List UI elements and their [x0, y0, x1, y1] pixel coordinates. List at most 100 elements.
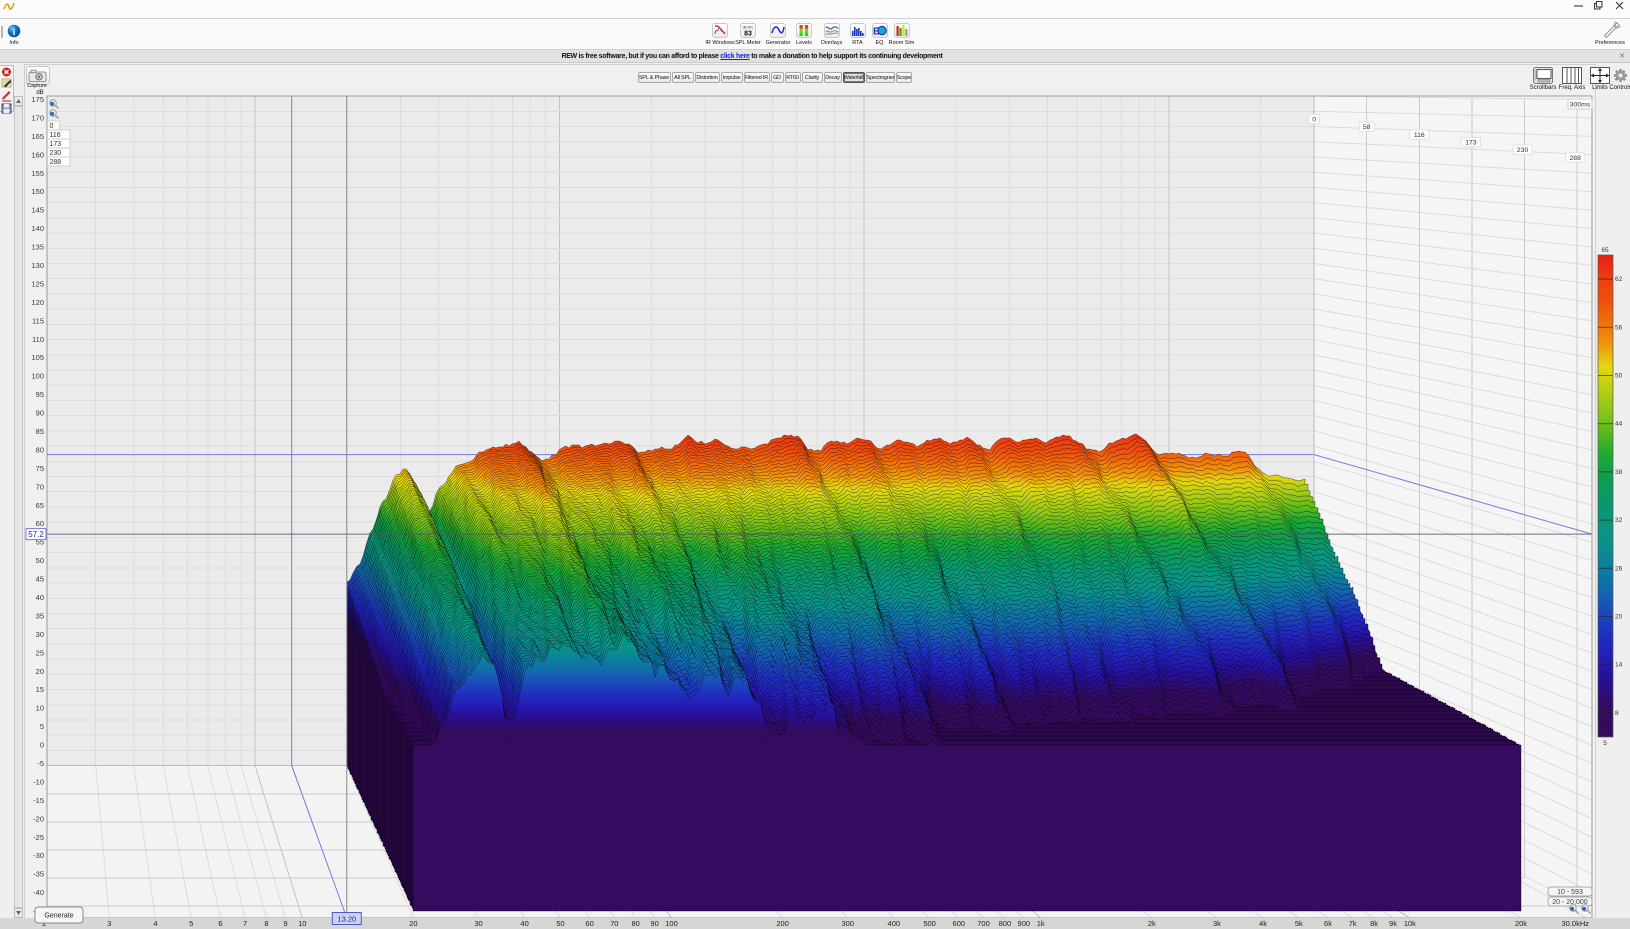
svg-text:10k: 10k: [1404, 919, 1416, 928]
svg-text:105: 105: [31, 353, 44, 362]
svg-text:65: 65: [1601, 247, 1609, 254]
svg-text:0: 0: [1312, 117, 1316, 124]
svg-text:173: 173: [1465, 140, 1477, 147]
svg-text:130: 130: [31, 261, 44, 270]
svg-text:32: 32: [1615, 517, 1623, 524]
svg-text:60: 60: [36, 519, 44, 528]
svg-text:26: 26: [1615, 565, 1623, 572]
svg-text:50: 50: [556, 919, 564, 928]
svg-text:5k: 5k: [1295, 919, 1303, 928]
svg-text:7: 7: [243, 919, 247, 928]
svg-text:6k: 6k: [1324, 919, 1332, 928]
svg-text:40: 40: [520, 919, 528, 928]
svg-text:230: 230: [50, 150, 62, 157]
svg-text:95: 95: [36, 390, 44, 399]
svg-text:600: 600: [953, 919, 966, 928]
svg-text:8: 8: [1615, 710, 1619, 717]
svg-text:200: 200: [776, 919, 789, 928]
svg-text:155: 155: [31, 169, 44, 178]
svg-text:-40: -40: [33, 888, 44, 897]
svg-text:1k: 1k: [1037, 919, 1045, 928]
svg-text:30: 30: [474, 919, 482, 928]
svg-text:75: 75: [36, 464, 44, 473]
svg-text:116: 116: [50, 132, 61, 139]
svg-text:145: 145: [31, 206, 44, 215]
svg-text:70: 70: [36, 482, 44, 491]
svg-text:-15: -15: [33, 796, 44, 805]
svg-text:50: 50: [36, 556, 44, 565]
svg-text:20k: 20k: [1515, 919, 1527, 928]
svg-text:70: 70: [610, 919, 618, 928]
svg-text:7k: 7k: [1349, 919, 1357, 928]
svg-text:5: 5: [189, 919, 193, 928]
svg-text:400: 400: [888, 919, 901, 928]
svg-text:56: 56: [1615, 324, 1623, 331]
svg-text:80: 80: [36, 446, 44, 455]
svg-text:45: 45: [36, 575, 44, 584]
svg-text:135: 135: [31, 243, 44, 252]
svg-text:140: 140: [31, 224, 44, 233]
svg-text:14: 14: [1615, 662, 1623, 669]
svg-text:50: 50: [1615, 373, 1623, 380]
svg-text:62: 62: [1615, 276, 1623, 283]
svg-text:10: 10: [298, 919, 306, 928]
svg-text:10: 10: [36, 704, 44, 713]
svg-text:6: 6: [218, 919, 222, 928]
svg-text:288: 288: [50, 159, 62, 166]
svg-text:4k: 4k: [1259, 919, 1267, 928]
svg-text:-10: -10: [33, 778, 44, 787]
svg-text:60: 60: [585, 919, 593, 928]
svg-text:500: 500: [923, 919, 936, 928]
svg-text:20: 20: [409, 919, 417, 928]
svg-text:-5: -5: [37, 759, 44, 768]
svg-text:116: 116: [1414, 132, 1425, 139]
svg-text:5: 5: [40, 722, 44, 731]
svg-text:20: 20: [1615, 614, 1623, 621]
svg-text:10 - 593: 10 - 593: [1557, 889, 1583, 896]
svg-text:85: 85: [36, 427, 44, 436]
svg-text:3: 3: [107, 919, 111, 928]
svg-text:15: 15: [36, 685, 44, 694]
svg-text:5: 5: [1603, 740, 1607, 747]
svg-text:0: 0: [50, 123, 54, 130]
svg-text:-25: -25: [33, 833, 44, 842]
svg-text:9: 9: [283, 919, 287, 928]
svg-text:Generate: Generate: [44, 913, 73, 920]
svg-text:900: 900: [1018, 919, 1031, 928]
svg-text:120: 120: [31, 298, 44, 307]
svg-text:20 - 20,000: 20 - 20,000: [1552, 899, 1588, 906]
svg-text:8k: 8k: [1370, 919, 1378, 928]
svg-text:800: 800: [999, 919, 1012, 928]
svg-text:20: 20: [36, 667, 44, 676]
svg-text:25: 25: [36, 648, 44, 657]
svg-text:8: 8: [264, 919, 268, 928]
svg-text:58: 58: [1363, 124, 1371, 131]
svg-text:150: 150: [31, 187, 44, 196]
svg-text:38: 38: [1615, 469, 1623, 476]
svg-text:125: 125: [31, 279, 44, 288]
svg-text:40: 40: [36, 593, 44, 602]
svg-text:165: 165: [31, 132, 44, 141]
svg-text:9k: 9k: [1389, 919, 1397, 928]
svg-text:65: 65: [36, 501, 44, 510]
svg-text:300ms: 300ms: [1570, 102, 1591, 109]
svg-text:700: 700: [977, 919, 990, 928]
svg-text:0: 0: [40, 741, 44, 750]
svg-text:288: 288: [1570, 155, 1582, 162]
svg-text:173: 173: [50, 141, 62, 148]
svg-text:3k: 3k: [1213, 919, 1221, 928]
svg-text:300: 300: [841, 919, 854, 928]
svg-text:30: 30: [36, 630, 44, 639]
svg-text:175: 175: [31, 95, 44, 104]
svg-text:-20: -20: [33, 814, 44, 823]
svg-text:90: 90: [650, 919, 658, 928]
svg-text:115: 115: [32, 316, 44, 325]
svg-text:44: 44: [1615, 421, 1623, 428]
svg-text:35: 35: [36, 612, 44, 621]
svg-text:57.2: 57.2: [28, 530, 44, 539]
svg-text:170: 170: [31, 113, 44, 122]
svg-text:80: 80: [632, 919, 640, 928]
svg-text:110: 110: [32, 335, 44, 344]
svg-text:-30: -30: [33, 851, 44, 860]
svg-text:-35: -35: [33, 870, 44, 879]
